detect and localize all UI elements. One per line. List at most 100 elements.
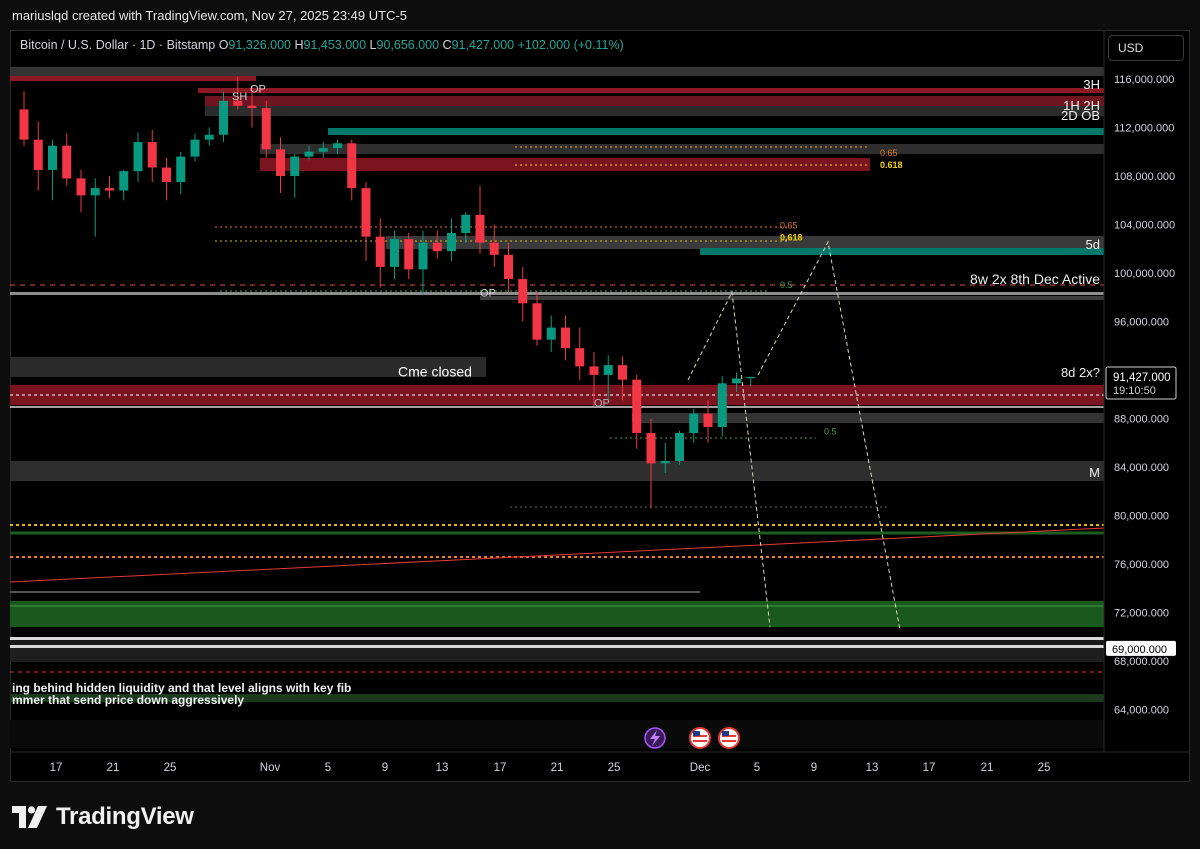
line-green-inner (10, 605, 1104, 607)
annotation-cmeclosed: Cme closed (398, 363, 472, 379)
candle-body (347, 143, 357, 189)
annotation-sh: SH (232, 91, 247, 103)
candle-body (518, 279, 528, 304)
zone-top-grey (10, 67, 1104, 76)
time-tick-label: 25 (1038, 762, 1051, 774)
note-line-2: mmer that send price down aggressively (12, 693, 245, 707)
candle-body (418, 242, 428, 270)
open-value: 91,326.000 (228, 38, 291, 52)
tradingview-branding[interactable]: TradingView (12, 803, 194, 831)
tradingview-logo-icon (12, 806, 47, 828)
bar-countdown: 19:10:50 (1113, 385, 1156, 397)
low-label: L (369, 38, 377, 52)
candle-body (19, 109, 29, 140)
annotation-op: OP (480, 287, 496, 299)
price-tick-label: 88,000.000 (1114, 414, 1169, 426)
time-tick-label: 17 (50, 762, 63, 774)
candle-body (147, 142, 157, 168)
price-tick-label: 84,000.000 (1114, 462, 1169, 474)
price-chart[interactable]: OPSH0.650.6180.650.6180.5OPCme closedOP0… (10, 30, 1190, 782)
candle-body (390, 239, 399, 267)
candle-body (76, 178, 86, 196)
symbol-name[interactable]: Bitcoin / U.S. Dollar · 1D · Bitstamp (20, 38, 215, 52)
time-tick-label: 13 (436, 762, 449, 774)
candle-body (204, 134, 214, 140)
zone-8w-grey (480, 296, 1104, 300)
close-label: C (442, 38, 452, 52)
zone-label-8d-2x-: 8d 2x? (1061, 365, 1100, 380)
time-axis[interactable]: 17 21 25 Nov 5 9 13 17 21 25 Dec 5 9 13 17 21 25 (10, 751, 1190, 774)
candle-body (133, 142, 143, 172)
annotation-0618: 0.618 (780, 233, 803, 243)
zone-2d-ob-teal (328, 128, 1104, 135)
candle-body (589, 366, 599, 375)
zone-below-69k (10, 648, 1104, 662)
zone-label-m: M (1089, 465, 1100, 480)
annotation-065: 0.65 (880, 148, 898, 158)
high-label: H (294, 38, 304, 52)
price-tick-label: 80,000.000 (1114, 511, 1169, 523)
annotation-op: OP (594, 398, 610, 410)
us-flag-icon[interactable] (689, 727, 711, 749)
zone-label-5d: 5d (1086, 237, 1100, 252)
candle-body (561, 327, 570, 349)
candle-body (703, 413, 713, 427)
zone-label-2d-ob: 2D OB (1061, 108, 1100, 123)
us-flag-icon[interactable] (718, 727, 740, 749)
time-tick-label: 21 (551, 762, 564, 774)
price-tick-label: 112,000.000 (1114, 123, 1174, 135)
time-tick-label: 9 (811, 762, 817, 774)
price-tick-label: 64,000.000 (1114, 705, 1169, 717)
candle-body (689, 413, 699, 434)
price-tick-label: 72,000.000 (1114, 608, 1169, 620)
candle-body (190, 139, 200, 157)
price-axis[interactable]: 116,000.000 112,000.000 108,000.000 104,000… (1103, 30, 1177, 752)
price-tick-label: 108,000.000 (1114, 171, 1175, 183)
open-label: O (218, 38, 229, 52)
candle-body (504, 254, 513, 280)
candle-body (290, 156, 300, 176)
candle-body (675, 433, 684, 461)
time-tick-label: 21 (981, 762, 994, 774)
price-tick-label: 116,000.000 (1114, 74, 1174, 86)
chart-note: ing behind hidden liquidity and that lev… (12, 682, 351, 706)
chart-caption: mariuslqd created with TradingView.com, … (12, 8, 408, 23)
line-trendline-red (10, 527, 1104, 583)
annotation-op: OP (250, 84, 266, 96)
time-tick-label: 21 (107, 762, 120, 774)
price-tick-label: 68,000.000 (1114, 656, 1169, 668)
candle-body (90, 188, 100, 196)
flag-canton (722, 731, 729, 736)
zone-3h-red (198, 88, 1104, 93)
candle-body (333, 143, 342, 149)
low-value: 90,656.000 (376, 38, 440, 52)
zone-bottom-dark (10, 720, 1104, 748)
candle-body (660, 460, 670, 464)
time-tick-label: Nov (260, 762, 281, 774)
candle-body (432, 242, 442, 252)
candle-body (247, 105, 257, 109)
price-tick-label: 104,000.000 (1114, 220, 1175, 232)
last-price-value: 91,427.000 (1113, 372, 1171, 384)
plot-area[interactable]: OPSH0.650.6180.650.6180.5OPCme closedOP0… (10, 67, 1104, 748)
candle-body (746, 376, 756, 379)
candle-body (475, 214, 485, 243)
candle-body (304, 151, 314, 157)
ohlc-legend: Bitcoin / U.S. Dollar · 1D · Bitstamp O9… (20, 38, 624, 52)
candle-body (62, 145, 72, 179)
candle-body (461, 214, 471, 233)
candle-body (646, 433, 656, 464)
change-value: +102.000 (+0.11%) (517, 38, 624, 52)
time-tick-label: 25 (608, 762, 621, 774)
event-markers[interactable] (644, 727, 740, 749)
currency-selector[interactable]: USD (1108, 35, 1184, 61)
annotation-05: 0.5 (824, 427, 837, 437)
zone-grey-mid (632, 413, 1104, 423)
candle-body (48, 145, 57, 170)
candle-body (219, 100, 228, 135)
time-tick-label: 5 (325, 762, 331, 774)
candle-body (618, 365, 627, 380)
annotation-0618: 0.618 (880, 160, 903, 170)
candle-body (361, 188, 371, 237)
line-8w-white (10, 292, 1104, 295)
